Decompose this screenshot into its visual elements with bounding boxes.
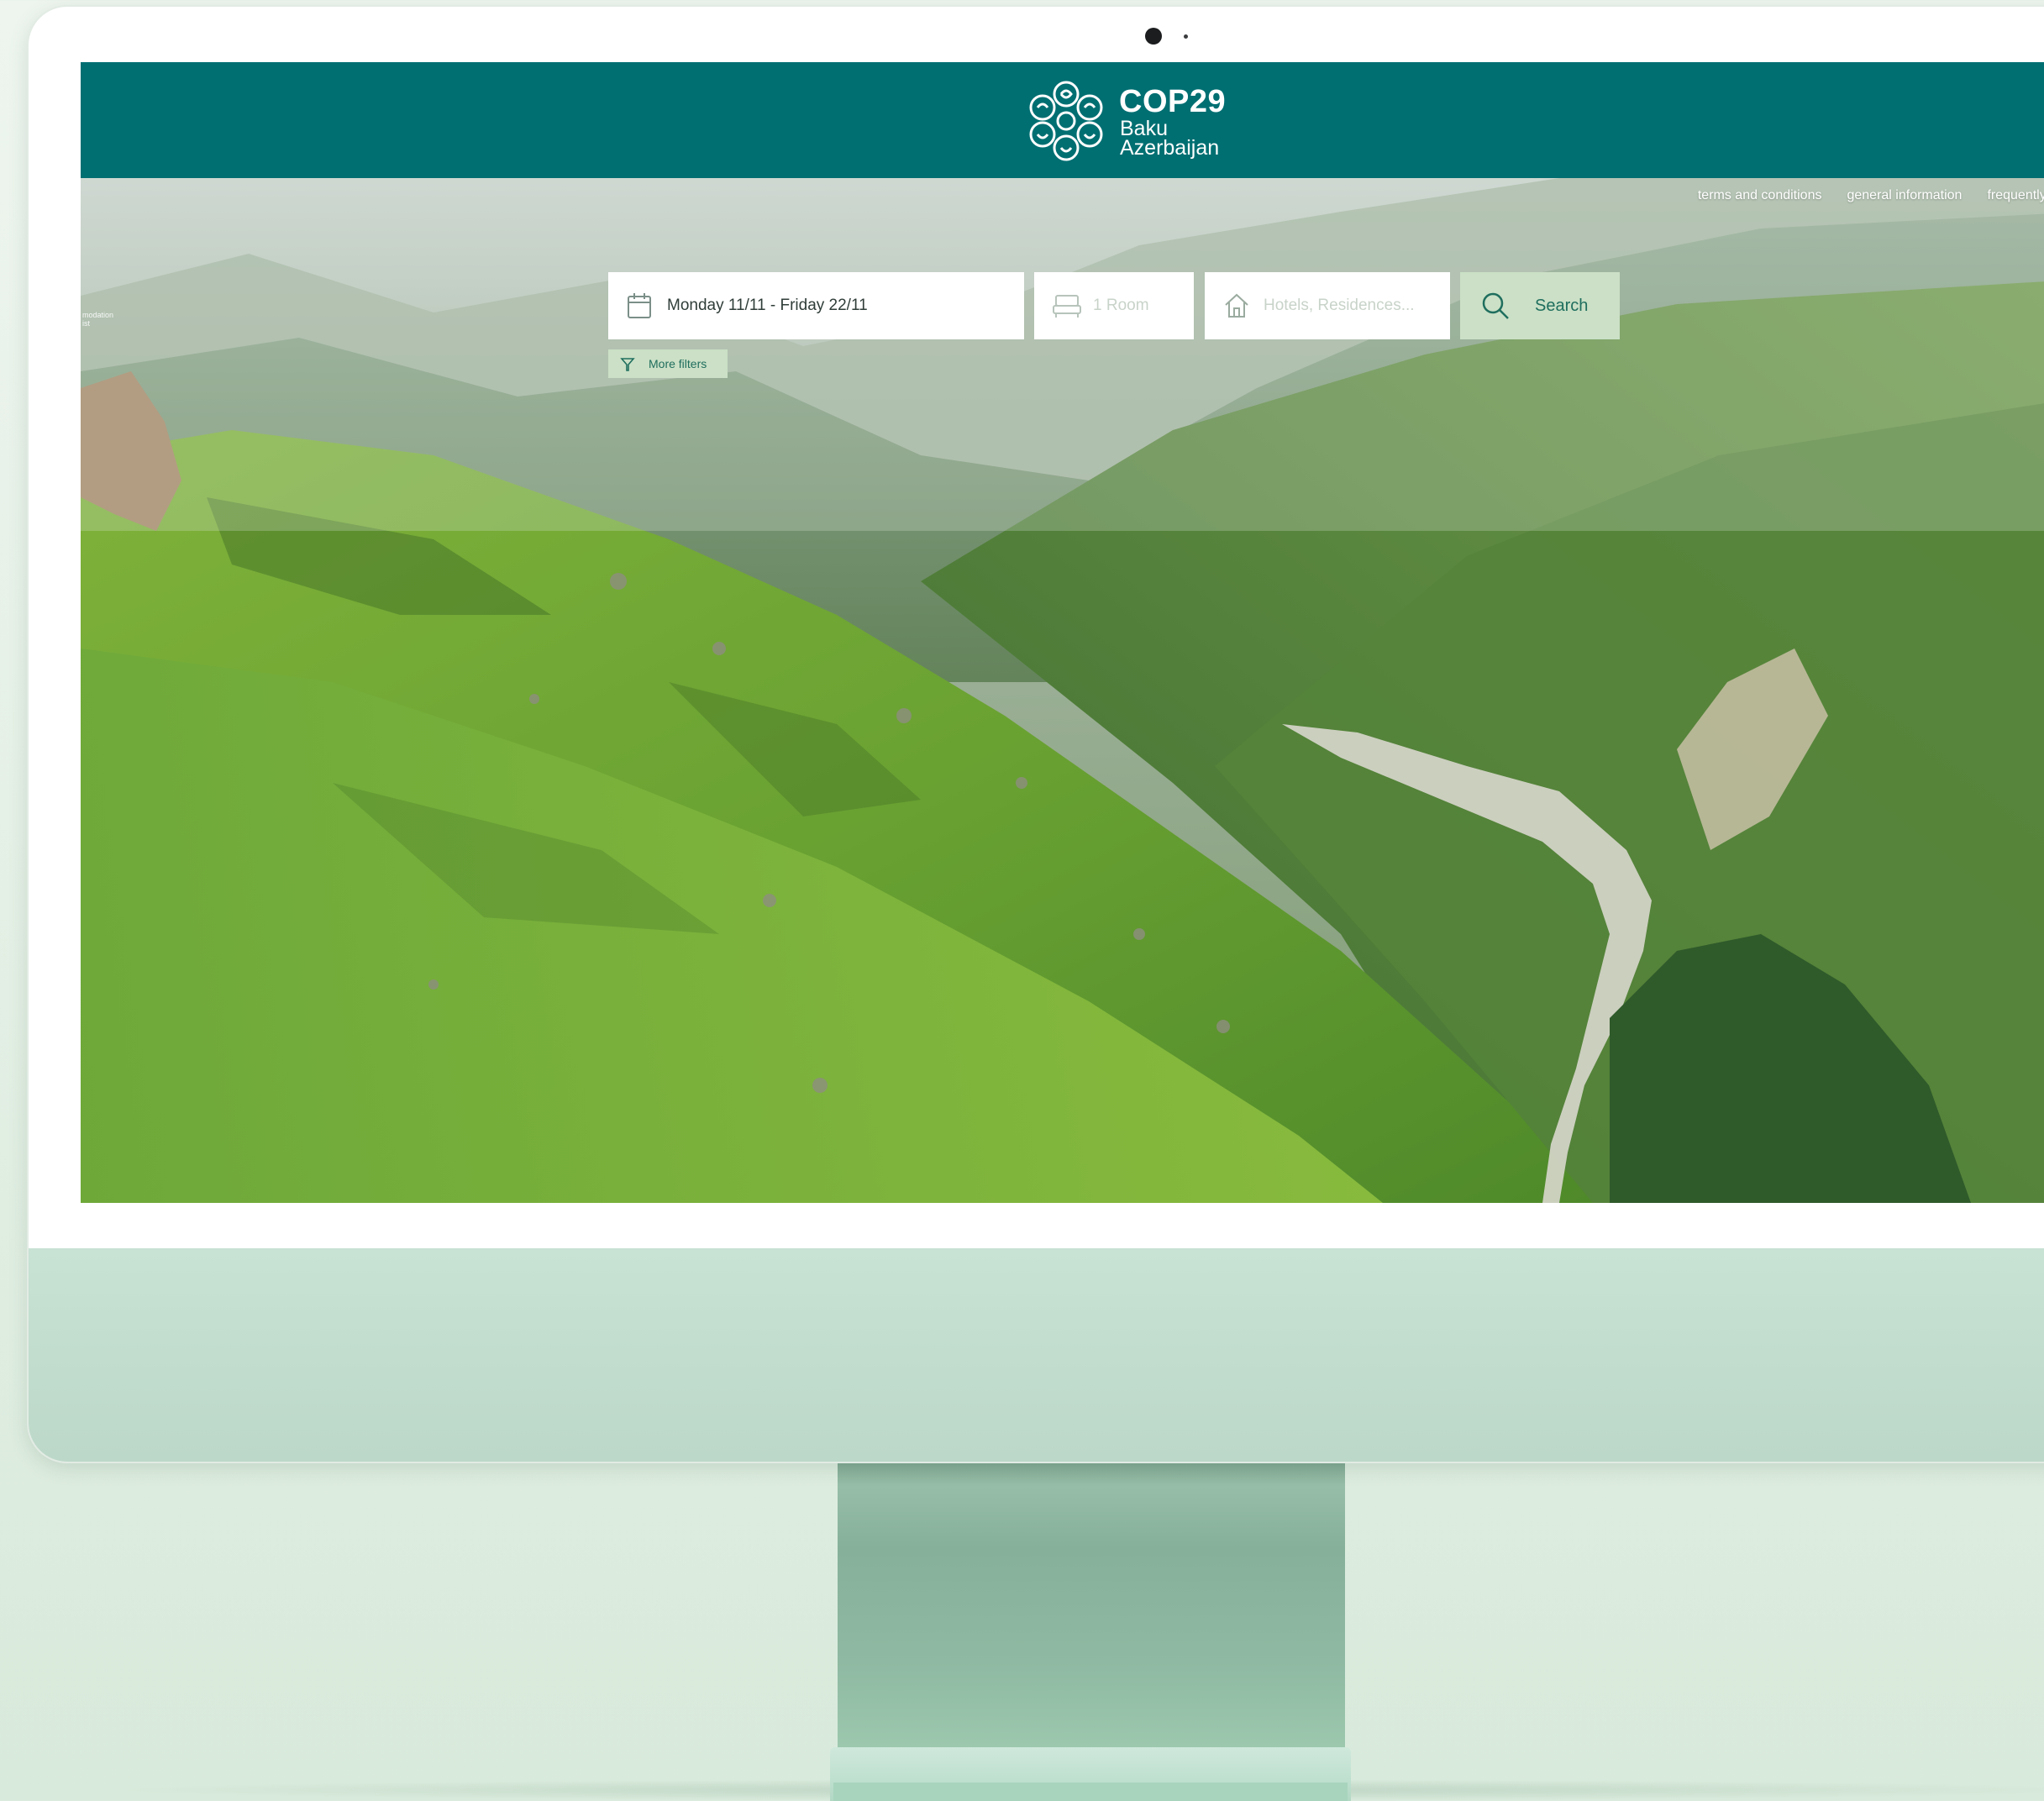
bed-icon: [1053, 295, 1081, 318]
accommodation-field[interactable]: Hotels, Residences...: [1205, 272, 1450, 339]
more-filters-label: More filters: [649, 357, 707, 370]
search-button[interactable]: Search: [1460, 272, 1620, 339]
monitor: COP29 Baku Azerbaijan modation ist terms…: [29, 7, 2044, 1462]
brand-subtitle: Baku Azerbaijan: [1120, 118, 1220, 160]
calendar-icon: [628, 293, 651, 318]
camera-icon: [1145, 28, 1162, 45]
monitor-stand-shade: [838, 1463, 1345, 1485]
cop29-logo-icon[interactable]: [1022, 77, 1110, 165]
date-range-value: Monday 11/11 - Friday 22/11: [667, 297, 868, 314]
brand-name: COP29: [1119, 84, 1227, 119]
brand-country: Azerbaijan: [1120, 136, 1220, 160]
search-icon: [1482, 292, 1509, 319]
nav-general-info-link[interactable]: general information: [1847, 188, 1962, 203]
top-nav: terms and conditions general information…: [1698, 188, 2044, 203]
monitor-stand-foot-lip: [833, 1783, 1348, 1801]
rooms-placeholder: 1 Room: [1093, 297, 1149, 314]
screen: COP29 Baku Azerbaijan modation ist terms…: [81, 62, 2044, 1203]
house-icon: [1225, 293, 1248, 318]
filter-icon: [620, 358, 635, 371]
accommodation-placeholder: Hotels, Residences...: [1264, 297, 1415, 314]
date-range-field[interactable]: Monday 11/11 - Friday 22/11: [608, 272, 1024, 339]
monitor-chin: [29, 1248, 2044, 1462]
search-button-label: Search: [1535, 297, 1589, 315]
header-bar: COP29 Baku Azerbaijan: [81, 62, 2044, 178]
rooms-field[interactable]: 1 Room: [1034, 272, 1194, 339]
nav-cut-label[interactable]: modation ist: [82, 311, 113, 328]
monitor-stand-neck: [838, 1463, 1345, 1747]
sensor-dot: [1184, 34, 1188, 39]
nav-terms-link[interactable]: terms and conditions: [1698, 188, 1822, 203]
more-filters-button[interactable]: More filters: [608, 349, 728, 378]
nav-faq-link[interactable]: frequently asked que: [1987, 188, 2044, 203]
